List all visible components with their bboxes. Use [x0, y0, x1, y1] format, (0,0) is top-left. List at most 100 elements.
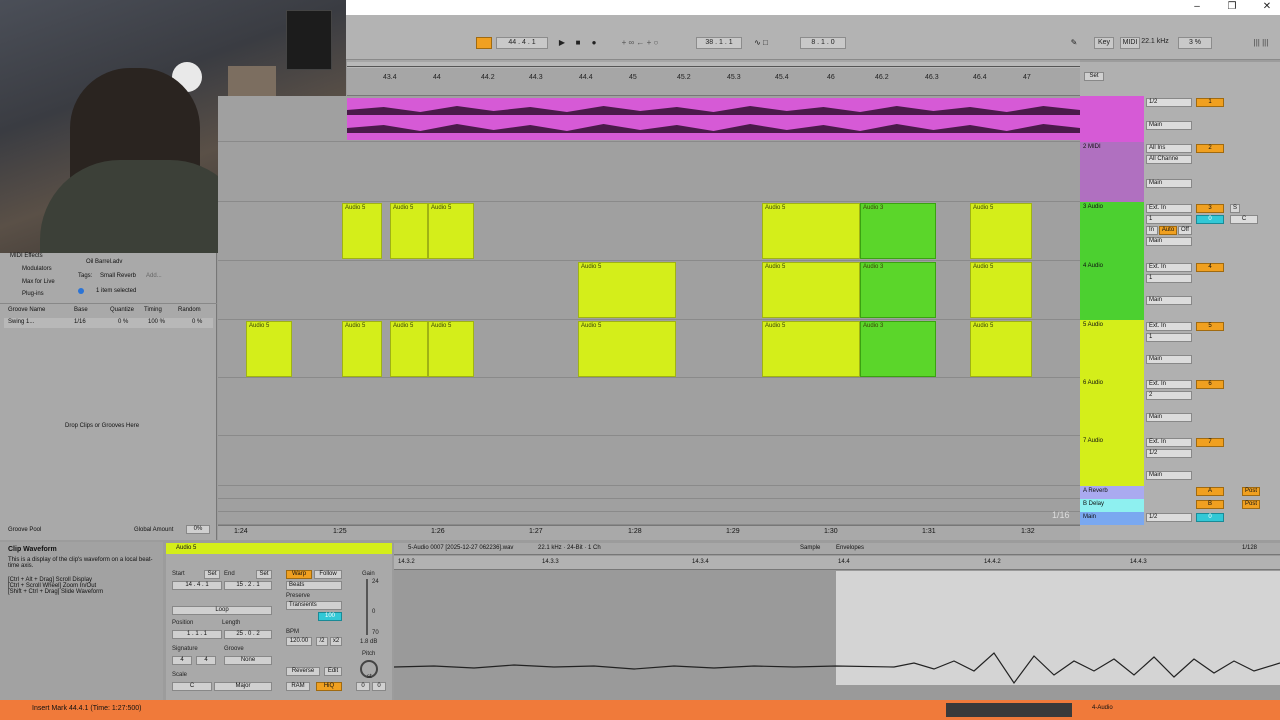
track-header-2[interactable]: 2 MIDI: [1080, 142, 1144, 202]
channel-select[interactable]: 1: [1146, 274, 1192, 283]
half-tempo-button[interactable]: /2: [316, 637, 328, 646]
global-amount[interactable]: 0%: [186, 525, 210, 534]
output-select[interactable]: Main: [1146, 121, 1192, 130]
input-select[interactable]: 1/2: [1146, 98, 1192, 107]
pan[interactable]: C: [1230, 215, 1258, 224]
audio-clip[interactable]: Audio 5: [578, 262, 676, 318]
scale-root-select[interactable]: C: [172, 682, 212, 691]
hiq-button[interactable]: HiQ: [316, 682, 342, 691]
track-header-6[interactable]: 6 Audio: [1080, 378, 1144, 436]
input-select[interactable]: All Ins: [1146, 144, 1192, 153]
track-activator[interactable]: 3: [1196, 204, 1224, 213]
browser-file[interactable]: Oil Barrel.adv: [86, 259, 122, 265]
browser-item-modulators[interactable]: Modulators: [22, 266, 52, 272]
main-header[interactable]: Main: [1080, 512, 1144, 525]
track-activator[interactable]: 4: [1196, 263, 1224, 272]
track-lane-3[interactable]: Audio 5 Audio 5 Audio 5 Audio 5 Audio 3 …: [218, 202, 1080, 261]
overview-icon[interactable]: ||| |||: [1246, 37, 1276, 49]
output-select[interactable]: Main: [1146, 296, 1192, 305]
stop-icon[interactable]: ■: [572, 37, 584, 49]
monitor-auto[interactable]: Auto: [1159, 226, 1177, 235]
audio-clip[interactable]: Audio 5: [342, 203, 382, 259]
track-header-5[interactable]: 5 Audio: [1080, 320, 1144, 378]
return-lane-b[interactable]: [218, 499, 1080, 512]
audio-clip[interactable]: Audio 5: [390, 321, 428, 377]
scale-mode-select[interactable]: Major: [214, 682, 272, 691]
bpm-field[interactable]: 120.00: [286, 637, 312, 646]
midi-map-button[interactable]: MIDI: [1120, 37, 1140, 49]
audio-clip[interactable]: Audio 5: [970, 203, 1032, 259]
audio-clip[interactable]: Audio 5: [578, 321, 676, 377]
groove-select[interactable]: None: [224, 656, 272, 665]
return-activator[interactable]: A: [1196, 487, 1224, 496]
output-select[interactable]: Main: [1146, 413, 1192, 422]
double-tempo-button[interactable]: x2: [330, 637, 342, 646]
pitch-field[interactable]: 0: [356, 682, 370, 691]
input-select[interactable]: Ext. In: [1146, 380, 1192, 389]
output-select[interactable]: Main: [1146, 237, 1192, 246]
track-lane-7[interactable]: [218, 436, 1080, 486]
main-lane[interactable]: [218, 512, 1080, 525]
solo-button[interactable]: S: [1230, 204, 1240, 213]
track-lane-2[interactable]: [218, 142, 1080, 202]
track-lane-6[interactable]: [218, 378, 1080, 436]
set-button[interactable]: Set: [1084, 72, 1104, 81]
clip-title-bar[interactable]: Audio 5: [166, 543, 392, 554]
preserve-select[interactable]: Transients: [286, 601, 342, 610]
groove-timing[interactable]: 100 %: [148, 319, 165, 325]
output-select[interactable]: Main: [1146, 355, 1192, 364]
track-activator[interactable]: 1: [1196, 98, 1224, 107]
audio-clip[interactable]: Audio 5: [246, 321, 292, 377]
audio-clip[interactable]: Audio 5: [970, 262, 1032, 318]
monitor-in[interactable]: In: [1146, 226, 1158, 235]
input-select[interactable]: Ext. In: [1146, 204, 1192, 213]
input-select[interactable]: Ext. In: [1146, 263, 1192, 272]
browser-item-max-for-live[interactable]: Max for Live: [22, 279, 55, 285]
loop-button[interactable]: Loop: [172, 606, 272, 615]
tab-envelopes[interactable]: Envelopes: [836, 545, 864, 551]
close-button[interactable]: ✕: [1258, 1, 1276, 13]
return-activator[interactable]: B: [1196, 500, 1224, 509]
detune-field[interactable]: 0: [372, 682, 386, 691]
key-map-button[interactable]: Key: [1094, 37, 1114, 49]
end-field[interactable]: 15 . 2 . 1: [224, 581, 272, 590]
warp-mode-select[interactable]: Beats: [286, 581, 342, 590]
audio-clip[interactable]: Audio 5: [428, 321, 474, 377]
groove-row[interactable]: Swing 1... 1/16 0 % 100 % 0 %: [4, 318, 213, 328]
channel-select[interactable]: 1: [1146, 215, 1192, 224]
edit-button[interactable]: Edit: [324, 667, 342, 676]
arrangement-position[interactable]: 44 . 4 . 1: [496, 37, 548, 49]
channel-select[interactable]: 2: [1146, 391, 1192, 400]
warp-button[interactable]: Warp: [286, 570, 312, 579]
input-select[interactable]: Ext. In: [1146, 322, 1192, 331]
length-field[interactable]: 25 . 0 . 2: [224, 630, 272, 639]
audio-clip[interactable]: Audio 3: [860, 321, 936, 377]
browser-item-plug-ins[interactable]: Plug-ins: [22, 291, 44, 297]
audio-clip[interactable]: [347, 98, 1080, 140]
track-header-7[interactable]: 7 Audio: [1080, 436, 1144, 486]
track-lane-1[interactable]: [218, 96, 1080, 142]
track-header-3[interactable]: 3 Audio: [1080, 202, 1144, 261]
ram-button[interactable]: RAM: [286, 682, 310, 691]
track-header-1[interactable]: [1080, 96, 1144, 142]
output-select[interactable]: Main: [1146, 471, 1192, 480]
restore-button[interactable]: ❐: [1223, 1, 1241, 13]
transient-envelope[interactable]: 100: [318, 612, 342, 621]
audio-clip[interactable]: Audio 5: [762, 321, 860, 377]
sample-ruler[interactable]: 14.3.2 14.3.3 14.3.4 14.4 14.4.2 14.4.3: [394, 556, 1280, 570]
post-button[interactable]: Post: [1242, 487, 1260, 496]
track-activator[interactable]: 5: [1196, 322, 1224, 331]
end-set-button[interactable]: Set: [256, 570, 272, 579]
track-lane-4[interactable]: Audio 5 Audio 5 Audio 3 Audio 5: [218, 261, 1080, 320]
post-button[interactable]: Post: [1242, 500, 1260, 509]
return-header-a[interactable]: A Reverb: [1080, 486, 1144, 499]
track-activator[interactable]: 7: [1196, 438, 1224, 447]
start-field[interactable]: 14 . 4 . 1: [172, 581, 222, 590]
tag-chip[interactable]: Small Reverb: [100, 273, 136, 279]
start-set-button[interactable]: Set: [204, 570, 220, 579]
browser-item-midi-effects[interactable]: MIDI Effects: [10, 253, 43, 259]
loop-brace[interactable]: [347, 66, 1080, 69]
beat-ruler[interactable]: 43.4 44 44.2 44.3 44.4 45 45.2 45.3 45.4…: [347, 60, 1080, 96]
loop-switch-icon[interactable]: ∿ □: [746, 37, 776, 49]
audio-clip[interactable]: Audio 3: [860, 203, 936, 259]
